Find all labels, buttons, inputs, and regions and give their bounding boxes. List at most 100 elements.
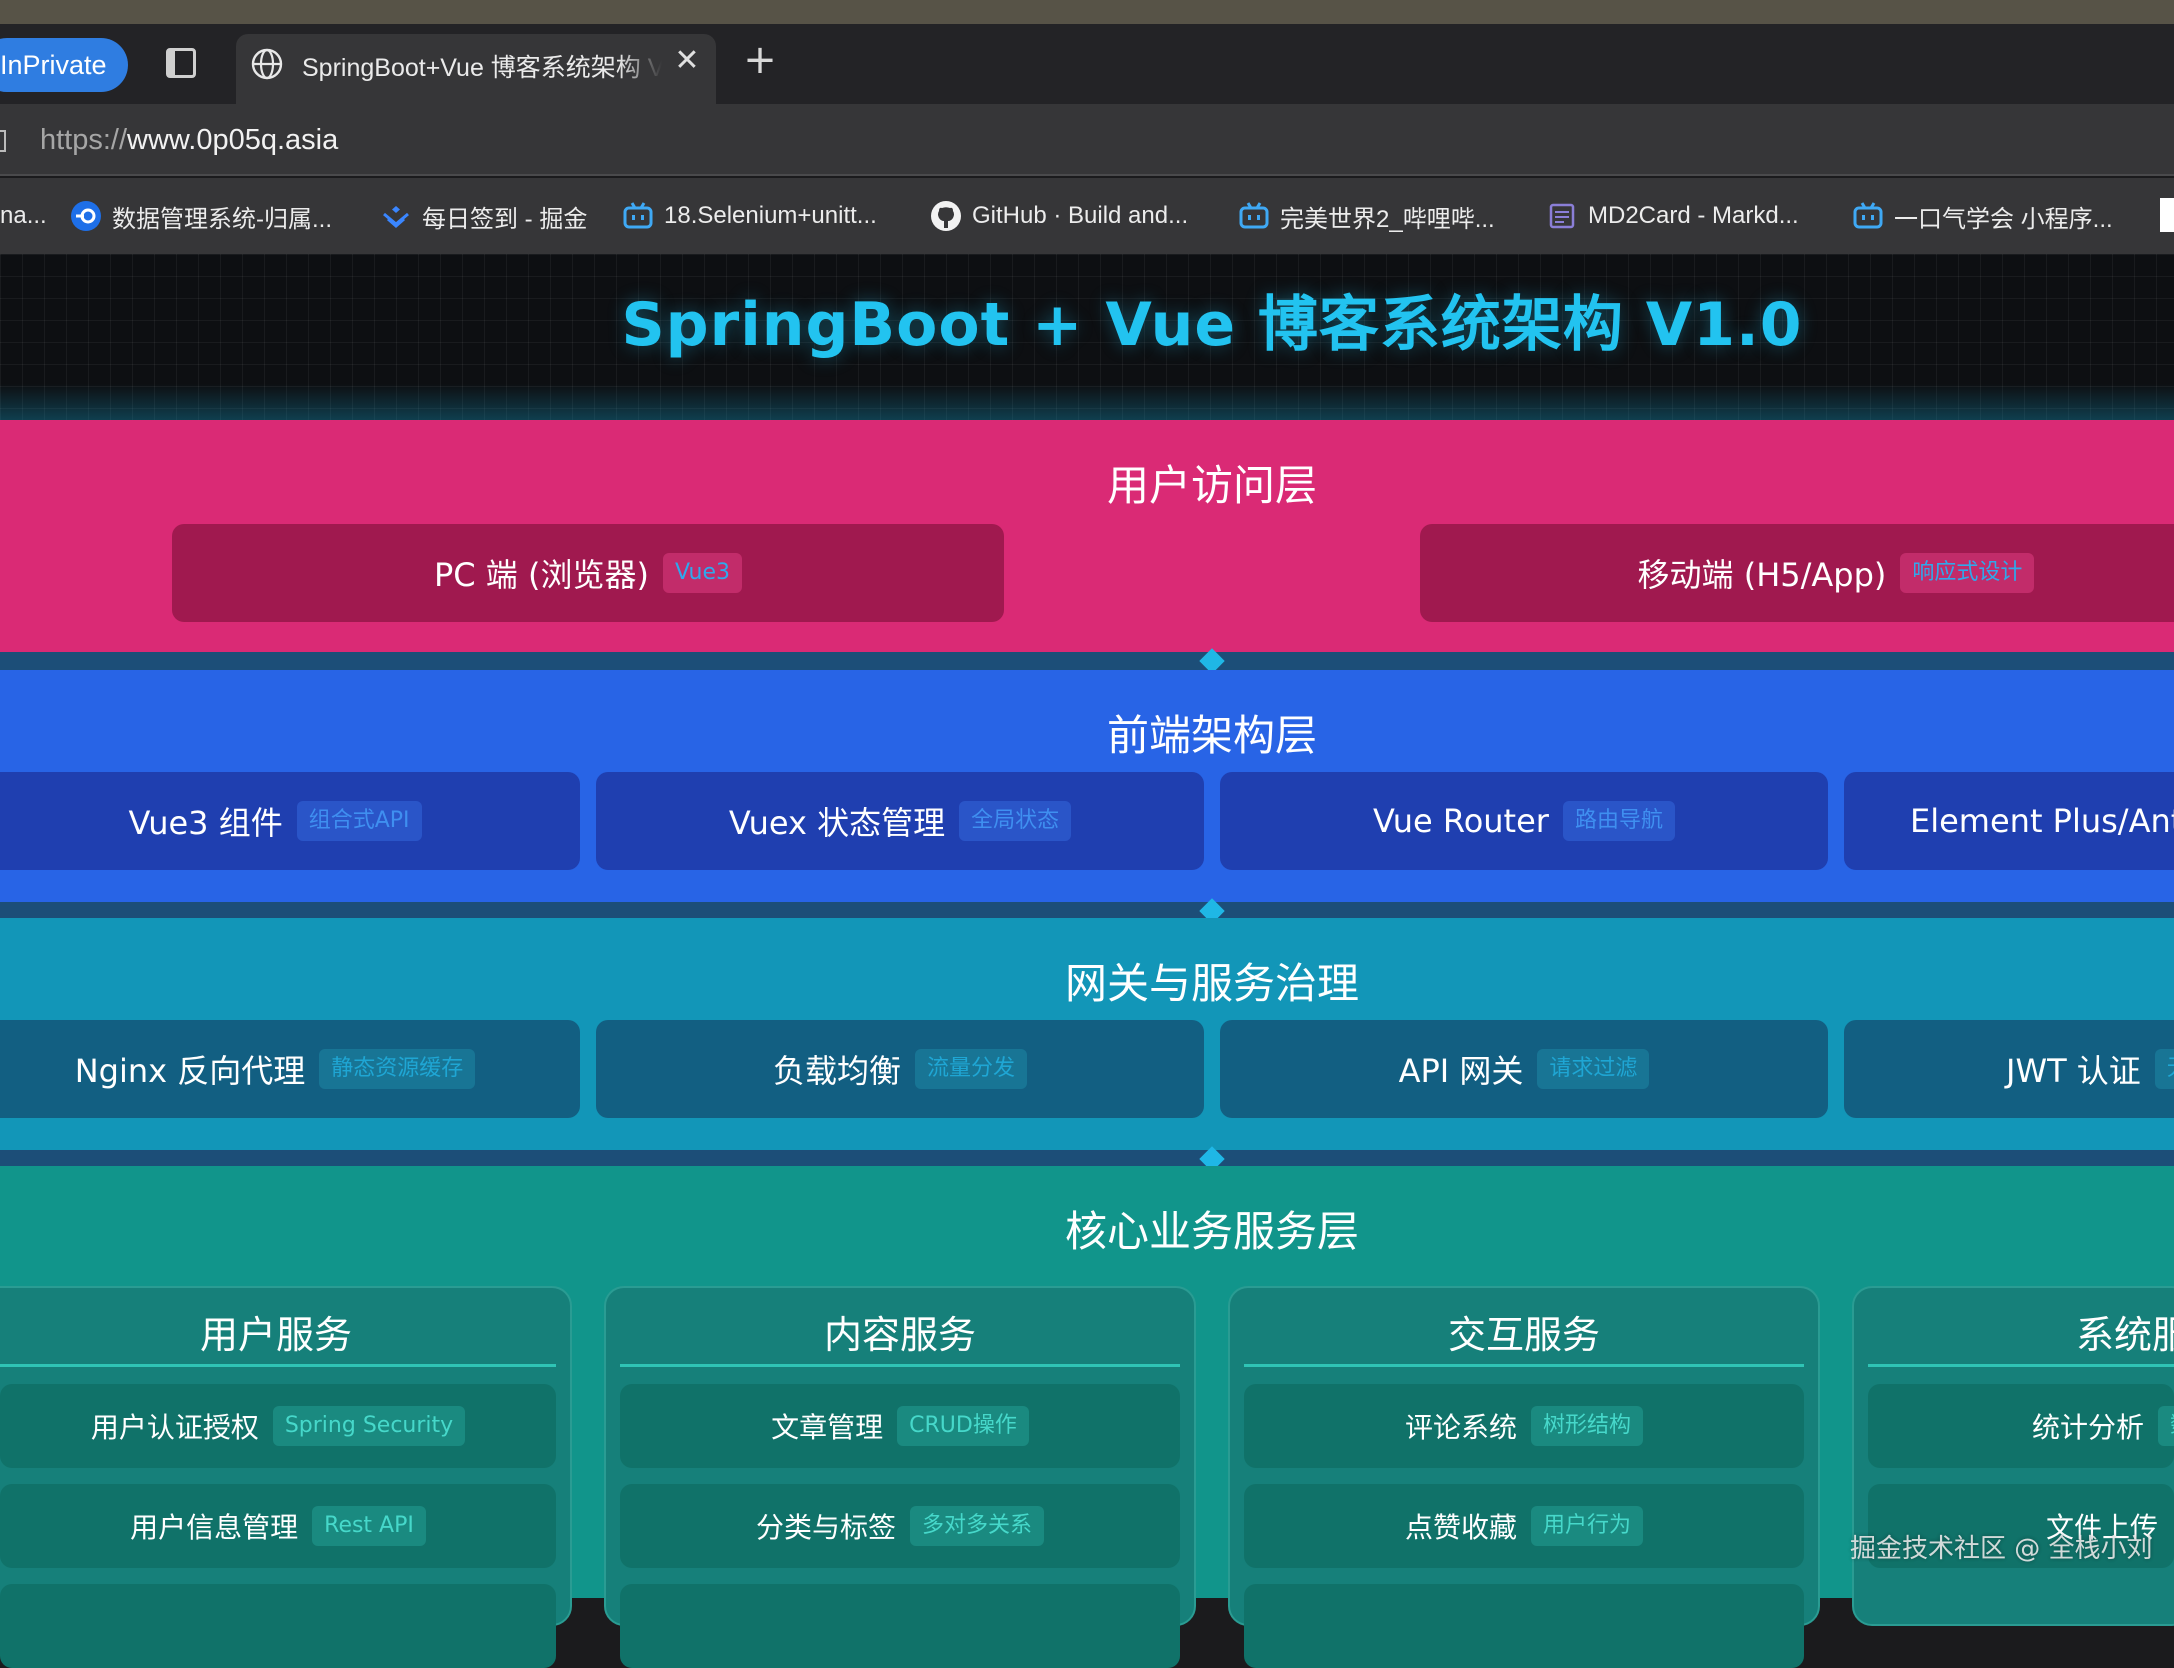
favorite-item-1[interactable]: 数据管理系统-归属...: [70, 198, 332, 234]
favorite-item-2[interactable]: 每日签到 - 掘金: [380, 198, 587, 234]
url-host: www.0p05q.asia: [127, 124, 339, 156]
pc-client-box: PC 端 (浏览器) Vue3: [172, 524, 1004, 622]
favorite-label: GitHub · Build and...: [972, 202, 1189, 229]
favorite-label: na...: [0, 202, 47, 229]
box-tag: 请求过滤: [1537, 1049, 1650, 1089]
item-tag: Spring Security: [272, 1406, 466, 1446]
url-field[interactable]: https://www.0p05q.asia: [40, 124, 338, 162]
url-protocol: https://: [40, 124, 128, 156]
nginx-box: Nginx 反向代理 静态资源缓存: [0, 1020, 580, 1118]
layer-title: 用户访问层: [1106, 461, 1317, 510]
layer-title: 核心业务服务层: [1064, 1207, 1359, 1256]
tab-title: SpringBoot+Vue 博客系统架构 V: [302, 54, 662, 82]
box-tag: Vue3: [662, 553, 742, 593]
item-label: 点赞收藏: [1404, 1511, 1517, 1544]
juejin-icon: [380, 200, 412, 232]
item-label: 统计分析: [2032, 1411, 2145, 1444]
mobile-client-box: 移动端 (H5/App) 响应式设计: [1420, 524, 2174, 622]
site-info-icon[interactable]: [0, 130, 6, 152]
favorite-item-5[interactable]: 完美世界2_哔哩哔...: [1238, 198, 1495, 234]
layer-separator: [0, 652, 2174, 670]
layer-separator: [0, 1150, 2174, 1166]
globe-icon: [250, 47, 284, 81]
favorite-item-6[interactable]: MD2Card - Markd...: [1546, 198, 1799, 234]
vuex-box: Vuex 状态管理 全局状态: [596, 772, 1204, 870]
layer-separator: [0, 902, 2174, 918]
service-item: [1244, 1584, 1804, 1668]
favorite-label: 一口气学会 小程序...: [1894, 205, 2113, 233]
favorite-label: 数据管理系统-归属...: [112, 205, 332, 233]
ui-library-box: Element Plus/Ant D: [1844, 772, 2174, 870]
service-item: 分类与标签 多对多关系: [620, 1484, 1180, 1568]
box-label: API 网关: [1398, 1052, 1524, 1090]
favorite-label: 每日签到 - 掘金: [422, 205, 588, 233]
service-item: [620, 1584, 1180, 1668]
service-item: 统计分析 数: [1868, 1384, 2174, 1468]
box-label: PC 端 (浏览器): [433, 556, 649, 594]
load-balancer-box: 负载均衡 流量分发: [596, 1020, 1204, 1118]
item-label: 用户信息管理: [130, 1511, 299, 1544]
box-label: Vue Router: [1373, 802, 1549, 840]
close-tab-icon[interactable]: ✕: [670, 44, 704, 78]
item-tag: 用户行为: [1531, 1506, 1644, 1546]
bilibili-icon: [622, 200, 654, 232]
favorite-item-4[interactable]: GitHub · Build and...: [930, 198, 1188, 234]
box-tag: 无: [2154, 1049, 2174, 1089]
box-label: Element Plus/Ant D: [1910, 802, 2174, 840]
service-title: 用户服务: [199, 1313, 352, 1357]
item-tag: 多对多关系: [910, 1506, 1045, 1546]
service-item: 点赞收藏 用户行为: [1244, 1484, 1804, 1568]
box-tag: 全局状态: [959, 801, 1072, 841]
box-label: 移动端 (H5/App): [1637, 556, 1887, 594]
item-label: 文章管理: [771, 1411, 884, 1444]
service-item: 评论系统 树形结构: [1244, 1384, 1804, 1468]
md2card-icon: [1546, 200, 1578, 232]
new-tab-button[interactable]: +: [740, 40, 780, 80]
favorite-label: 18.Selenium+unitt...: [664, 202, 877, 229]
github-icon: [930, 200, 962, 232]
box-tag: 组合式API: [296, 801, 422, 841]
service-title: 内容服务: [823, 1313, 976, 1357]
box-tag: 静态资源缓存: [319, 1049, 476, 1089]
favorite-item-0[interactable]: na...: [0, 198, 47, 234]
item-label: 评论系统: [1404, 1411, 1517, 1444]
inprivate-badge[interactable]: InPrivate: [0, 38, 128, 92]
service-divider: [0, 1364, 556, 1367]
vue3-components-box: Vue3 组件 组合式API: [0, 772, 580, 870]
favorite-label: MD2Card - Markd...: [1588, 202, 1799, 229]
os-menu-strip: [0, 0, 2174, 24]
service-divider: [1244, 1364, 1804, 1367]
service-item: 用户信息管理 Rest API: [0, 1484, 556, 1568]
vue-router-box: Vue Router 路由导航: [1220, 772, 1828, 870]
jwt-auth-box: JWT 认证 无: [1844, 1020, 2174, 1118]
watermark: 掘金技术社区 @ 全栈小刘: [1850, 1534, 2153, 1564]
service-item: 用户认证授权 Spring Security: [0, 1384, 556, 1468]
blue-link-icon: [70, 200, 102, 232]
layer-title: 前端架构层: [1106, 711, 1317, 760]
box-tag: 响应式设计: [1900, 553, 2035, 593]
favorite-label: 完美世界2_哔哩哔...: [1280, 205, 1495, 233]
box-label: 负载均衡: [772, 1052, 901, 1090]
box-label: JWT 认证: [2006, 1052, 2141, 1090]
service-divider: [620, 1364, 1180, 1367]
box-label: Vue3 组件: [128, 804, 283, 842]
favorite-item-3[interactable]: 18.Selenium+unitt...: [622, 198, 877, 234]
layer-title: 网关与服务治理: [1064, 959, 1359, 1008]
page-title: SpringBoot + Vue 博客系统架构 V1.0: [621, 290, 1803, 360]
service-title: 系统服: [2076, 1313, 2174, 1357]
item-tag: Rest API: [312, 1506, 426, 1546]
bilibili-icon: [1852, 200, 1884, 232]
service-item: [0, 1584, 556, 1668]
favorites-overflow-icon[interactable]: [2160, 198, 2174, 232]
api-gateway-box: API 网关 请求过滤: [1220, 1020, 1828, 1118]
box-label: Vuex 状态管理: [728, 804, 946, 842]
box-tag: 流量分发: [915, 1049, 1028, 1089]
vertical-tabs-icon[interactable]: [166, 48, 196, 78]
favorite-item-7[interactable]: 一口气学会 小程序...: [1852, 198, 2113, 234]
item-tag: 数: [2158, 1406, 2174, 1446]
item-tag: 树形结构: [1531, 1406, 1644, 1446]
bilibili-icon: [1238, 200, 1270, 232]
item-tag: CRUD操作: [897, 1406, 1029, 1446]
service-divider: [1868, 1364, 2174, 1367]
item-label: 用户认证授权: [90, 1411, 259, 1444]
